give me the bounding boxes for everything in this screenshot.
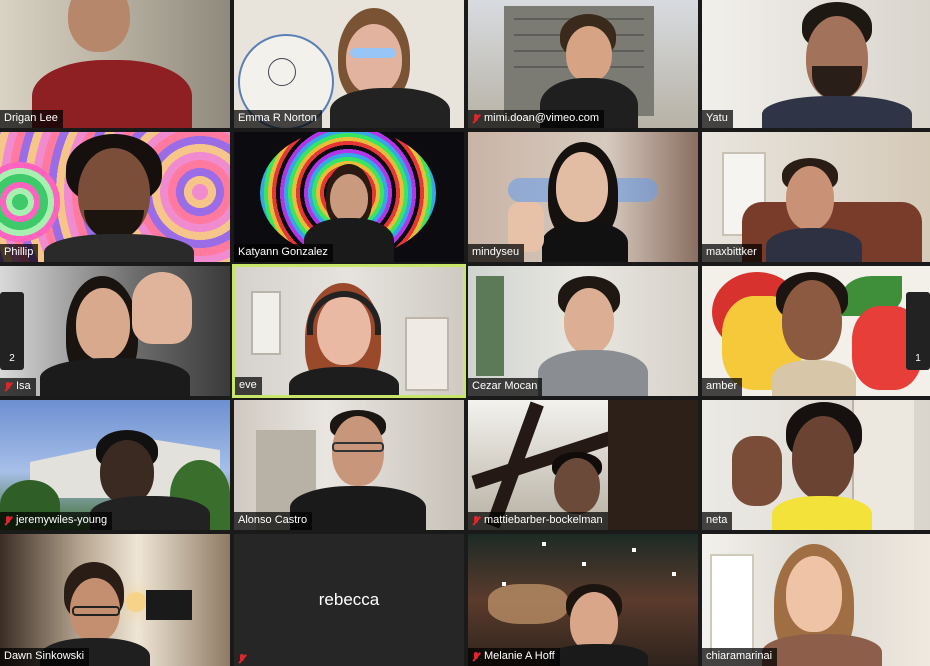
video-tile[interactable]: mattiebarber-bockelman <box>468 400 698 530</box>
video-tile[interactable]: Yatu <box>702 0 930 128</box>
video-tile[interactable]: jeremywiles-young <box>0 400 230 530</box>
previous-page-number: 2 <box>9 353 15 364</box>
next-page-number: 1 <box>915 353 921 364</box>
video-tile[interactable]: neta <box>702 400 930 530</box>
video-tile[interactable]: Alonso Castro <box>234 400 464 530</box>
participant-name-label: neta <box>702 512 733 530</box>
video-tile[interactable]: chiaramarinai <box>702 534 930 666</box>
mic-muted-icon <box>472 651 480 662</box>
participant-name-label: Isa <box>0 378 36 396</box>
video-tile-active-speaker[interactable]: eve <box>232 264 466 398</box>
video-tile[interactable]: Melanie A Hoff <box>468 534 698 666</box>
previous-page-button[interactable]: 2 <box>0 292 24 370</box>
participant-name-label: Melanie A Hoff <box>468 648 560 666</box>
participant-name-label: mindyseu <box>468 244 525 262</box>
video-tile[interactable]: Dawn Sinkowski <box>0 534 230 666</box>
mic-muted-icon <box>472 113 480 124</box>
mic-muted-icon <box>4 381 12 392</box>
participant-name-label: Emma R Norton <box>234 110 322 128</box>
video-tile[interactable]: amber <box>702 266 930 396</box>
participant-name-label: eve <box>235 377 262 395</box>
video-tile[interactable]: mindyseu <box>468 132 698 262</box>
video-tile[interactable]: Emma R Norton <box>234 0 464 128</box>
participant-name-label: Katyann Gonzalez <box>234 244 333 262</box>
video-tile[interactable]: Phillip <box>0 132 230 262</box>
participant-name-label: Phillip <box>0 244 39 262</box>
participant-name-label: mattiebarber-bockelman <box>468 512 608 530</box>
video-tile[interactable]: Isa <box>0 266 230 396</box>
participant-name-label: amber <box>702 378 743 396</box>
video-tile[interactable]: Katyann Gonzalez <box>234 132 464 262</box>
next-page-button[interactable]: 1 <box>906 292 930 370</box>
participant-name-center: rebecca <box>318 590 380 609</box>
mic-muted-icon <box>472 515 480 526</box>
participant-name-label: maxbittker <box>702 244 762 262</box>
video-tile[interactable]: Drigan Lee <box>0 0 230 128</box>
mic-muted-icon <box>238 654 246 664</box>
video-tile[interactable]: maxbittker <box>702 132 930 262</box>
participant-name-label: Dawn Sinkowski <box>0 648 90 666</box>
video-tile[interactable]: Cezar Mocan <box>468 266 698 396</box>
participant-name-label: mimi.doan@vimeo.com <box>468 110 605 128</box>
participant-name-label: chiaramarinai <box>702 648 778 666</box>
participant-name-label: Cezar Mocan <box>468 378 543 396</box>
participant-name-label: Drigan Lee <box>0 110 63 128</box>
participant-name-label: jeremywiles-young <box>0 512 113 530</box>
participant-name-label: Yatu <box>702 110 733 128</box>
participant-name-label: Alonso Castro <box>234 512 313 530</box>
gallery-grid: Drigan Lee Emma R Norton mimi.doan@vimeo… <box>0 0 930 666</box>
participant-name-label <box>234 653 251 666</box>
video-tile-camera-off[interactable]: rebecca <box>234 534 464 666</box>
mic-muted-icon <box>4 515 12 526</box>
video-tile[interactable]: mimi.doan@vimeo.com <box>468 0 698 128</box>
